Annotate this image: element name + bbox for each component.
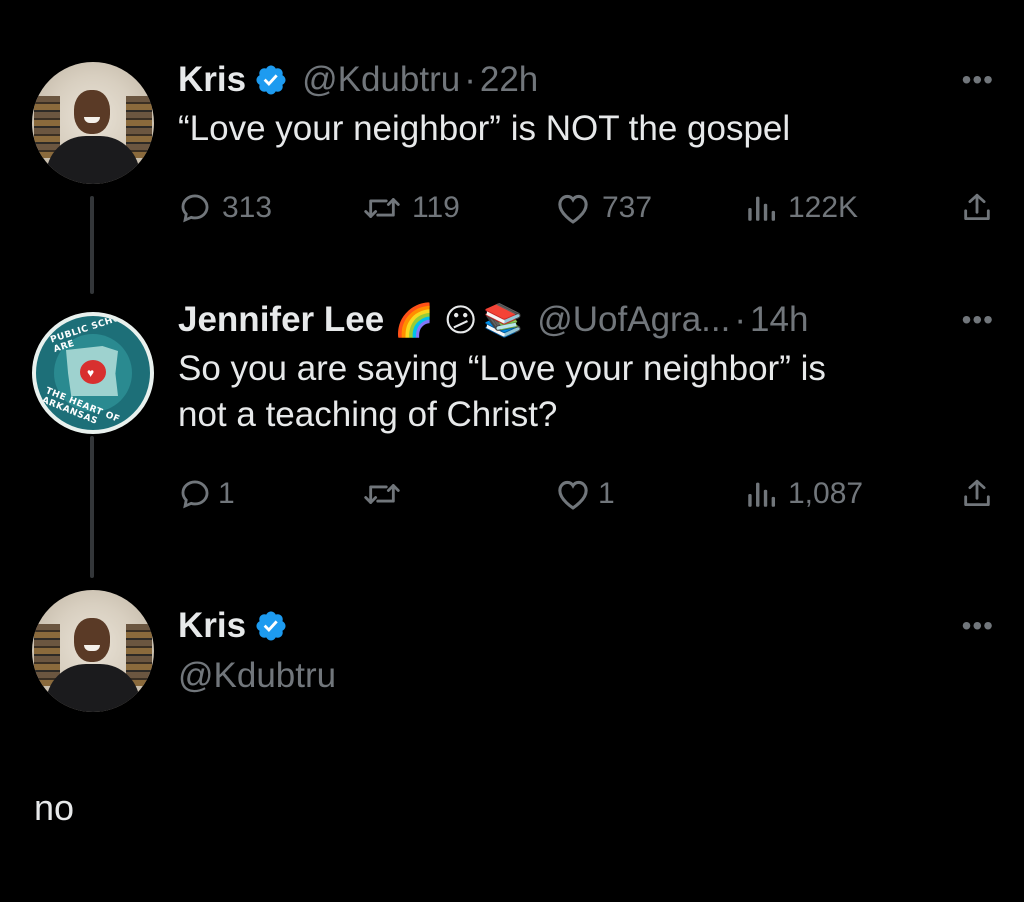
separator-dot: · (464, 60, 476, 99)
views-button[interactable]: 1,087 (744, 477, 863, 511)
views-count: 122K (788, 191, 859, 224)
views-count: 1,087 (788, 477, 864, 510)
share-icon (964, 479, 990, 507)
tweet[interactable]: Kris @Kdubtru · 22h ••• “Love your neigh… (178, 58, 994, 224)
reply-count: 313 (222, 191, 273, 224)
timestamp[interactable]: 22h (480, 58, 538, 102)
tweet-text: no (34, 787, 75, 828)
avatar[interactable]: ♥ PUBLIC SCHOOLS ARE THE HEART OF ARKANS… (32, 312, 154, 434)
author-handle[interactable]: @UofAgra... (537, 298, 730, 342)
tweet[interactable]: Jennifer Lee 🌈 😕 📚 @UofAgra... · 14h •••… (178, 298, 994, 510)
tweet-text-line: So you are saying “Love your neighbor” i… (178, 349, 826, 388)
share-button[interactable] (960, 191, 994, 225)
avatar[interactable] (32, 62, 154, 184)
like-count: 737 (602, 191, 653, 224)
retweet-icon (364, 484, 400, 504)
avatar-head (74, 618, 110, 662)
focused-tweet[interactable]: Kris ••• @Kdubtru (178, 604, 994, 698)
tweet-text-line: not a teaching of Christ? (178, 395, 558, 434)
author-handle[interactable]: @Kdubtru (302, 58, 460, 102)
avatar-head (74, 90, 110, 134)
reply-button[interactable]: 1 (178, 477, 235, 511)
like-count: 1 (598, 477, 615, 510)
confused-face-emoji-icon: 😕 (444, 302, 478, 338)
share-button[interactable] (960, 477, 994, 511)
more-icon[interactable]: ••• (962, 66, 994, 94)
retweet-count: 119 (412, 191, 460, 224)
reply-icon (181, 194, 209, 223)
tweet-actions: 313 119 737 122K (178, 188, 994, 228)
author-name[interactable]: Kris (178, 604, 246, 648)
tweet-header: Kris (178, 604, 994, 648)
tweet-text: “Love your neighbor” is NOT the gospel (178, 109, 791, 148)
retweet-button[interactable] (362, 477, 412, 511)
views-icon (748, 482, 776, 507)
author-name[interactable]: Kris (178, 58, 246, 102)
views-button[interactable]: 122K (744, 191, 858, 225)
thread-line (90, 196, 94, 294)
tweet-text: So you are saying “Love your neighbor” i… (178, 346, 994, 438)
timestamp[interactable]: 14h (750, 298, 808, 342)
avatar[interactable] (32, 590, 154, 712)
verified-badge-icon (254, 63, 288, 97)
thread-line (90, 436, 94, 578)
heart-icon: ♥ (87, 366, 95, 380)
retweet-icon (364, 198, 400, 218)
verified-badge-icon (254, 609, 288, 643)
more-icon[interactable]: ••• (962, 306, 994, 334)
retweet-button[interactable]: 119 (362, 191, 460, 225)
separator-dot: · (734, 300, 747, 339)
tweet-actions: 1 1 1,087 (178, 474, 994, 514)
books-emoji-icon: 📚 (483, 302, 524, 338)
reply-button[interactable]: 313 (178, 191, 272, 225)
heart-icon (558, 194, 588, 224)
author-name[interactable]: Jennifer Lee (178, 298, 384, 342)
like-button[interactable]: 737 (554, 191, 652, 225)
tweet-header: Kris @Kdubtru · 22h (178, 58, 994, 102)
author-handle[interactable]: @Kdubtru (178, 654, 994, 698)
reply-icon (181, 480, 209, 509)
share-icon (964, 193, 990, 221)
more-icon[interactable]: ••• (962, 612, 994, 640)
rainbow-emoji-icon: 🌈 (394, 302, 435, 338)
like-button[interactable]: 1 (554, 477, 615, 511)
views-icon (748, 196, 776, 221)
tweet-header: Jennifer Lee 🌈 😕 📚 @UofAgra... · 14h (178, 298, 994, 342)
reply-count: 1 (218, 477, 235, 510)
heart-icon (558, 480, 588, 510)
